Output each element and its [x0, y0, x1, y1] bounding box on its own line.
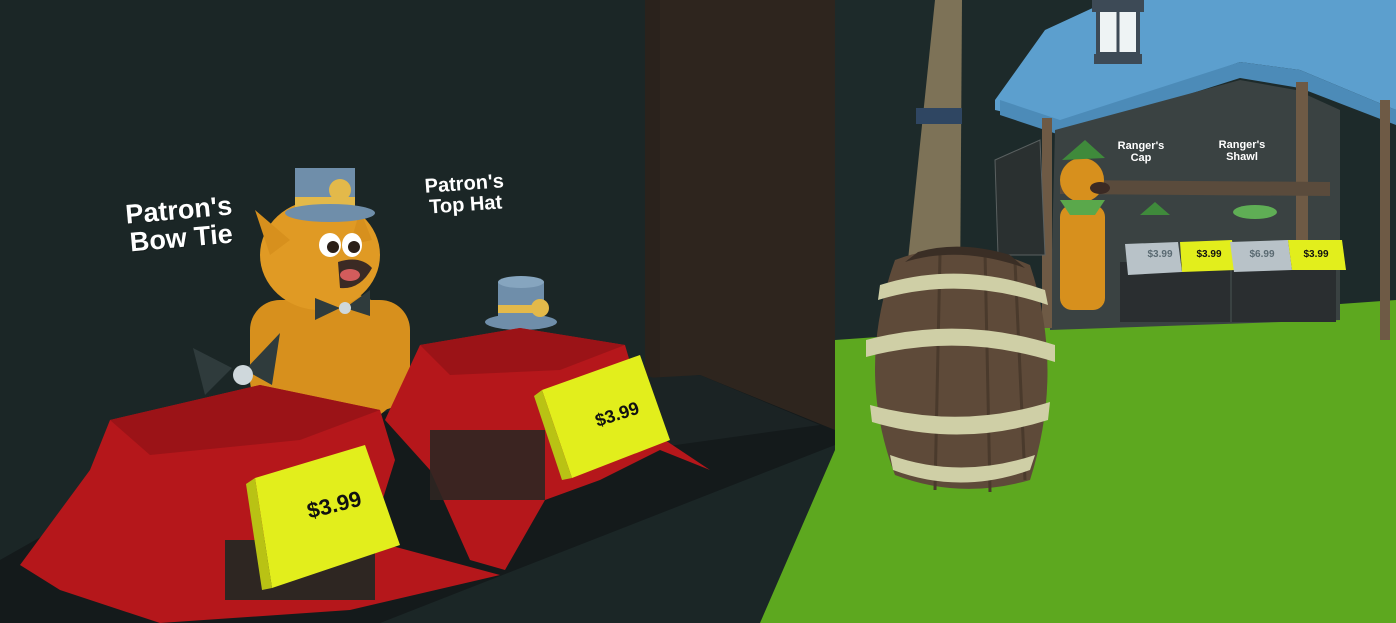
patrons-bow-tie-label: Patron's Bow Tie: [124, 190, 234, 258]
ranger-cap-price-b: $3.99: [1196, 249, 1221, 260]
grass-ground: [760, 300, 1396, 623]
game-scene: $3.99 $3.99 $6.99 $3.99 $3.99 $3.99 Patr…: [0, 0, 1396, 623]
lantern-icon: [1092, 0, 1144, 64]
patrons-top-hat-label: Patron's Top Hat: [423, 170, 505, 219]
barrel-icon: [866, 246, 1055, 493]
ranger-cap-price-a: $3.99: [1147, 249, 1172, 260]
ranger-shawl-icon[interactable]: [1233, 205, 1277, 219]
rangers-shawl-label: Ranger's Shawl: [1218, 139, 1266, 163]
ranger-shawl-price-a: $6.99: [1249, 249, 1274, 260]
ranger-shawl-price-b: $3.99: [1303, 249, 1328, 260]
scene-graphics: $3.99 $3.99 $6.99 $3.99 $3.99 $3.99: [0, 0, 1396, 623]
trunk-band: [916, 108, 962, 124]
rangers-cap-label: Ranger's Cap: [1117, 140, 1165, 164]
